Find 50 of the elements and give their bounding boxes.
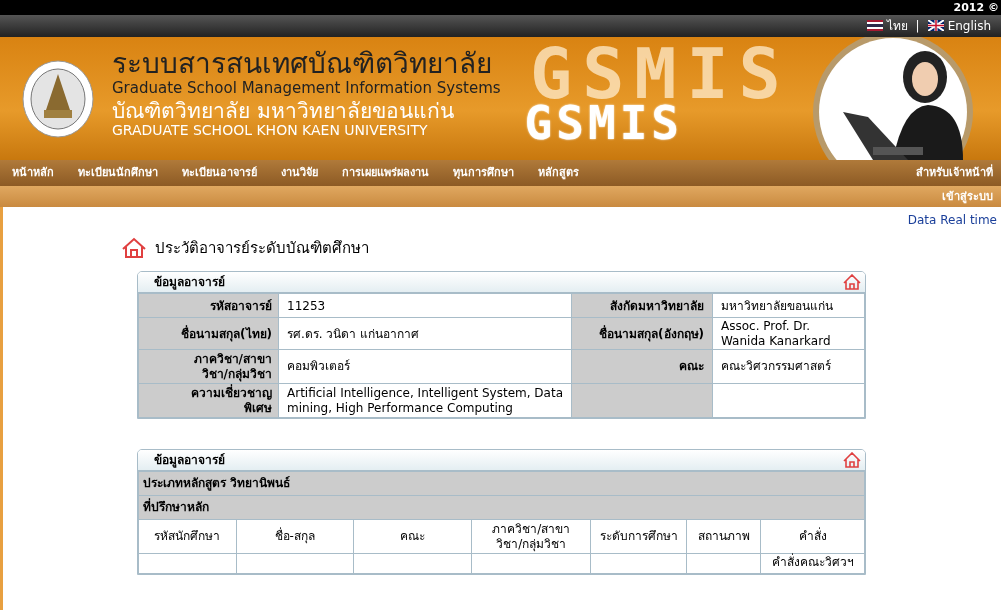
field-value: 11253 bbox=[278, 293, 572, 318]
nav-link-item[interactable]: หลักสูตร bbox=[538, 166, 579, 180]
field-value: รศ.ดร. วนิดา แก่นอากาศ bbox=[278, 317, 572, 350]
column-header: ภาควิชา/สาขาวิชา/กลุ่มวิชา bbox=[471, 519, 591, 554]
language-separator: | bbox=[915, 18, 920, 34]
field-label: รหัสอาจารย์ bbox=[138, 293, 279, 318]
system-subtitle: Graduate School Management Information Systems bbox=[112, 79, 501, 97]
field-value: Artificial Intelligence, Intelligent System, Data mining, High Performance Computing bbox=[278, 383, 572, 418]
house-icon bbox=[121, 237, 147, 260]
nav-link-item[interactable]: ทุนการศึกษา bbox=[453, 166, 514, 180]
copyright-text: 2012 © bbox=[953, 1, 999, 14]
field-label: ชื่อนามสกุล(ไทย) bbox=[138, 317, 279, 350]
section-header: ประเภทหลักสูตร วิทยานิพนธ์ bbox=[138, 471, 865, 496]
page-title: ประวัติอาจารย์ระดับบัณฑิตศึกษา bbox=[155, 239, 369, 258]
field-value: Assoc. Prof. Dr. Wanida Kanarkard bbox=[712, 317, 865, 350]
field-label: ชื่อนามสกุล(อังกฤษ) bbox=[571, 317, 713, 350]
language-link[interactable]: English bbox=[927, 18, 991, 34]
nav-link-item[interactable]: หน้าหลัก bbox=[12, 166, 54, 180]
field-label: สังกัดมหาวิทยาลัย bbox=[571, 293, 713, 318]
staff-menu-link[interactable]: สำหรับเจ้าหน้าที่ bbox=[916, 166, 993, 180]
column-header: ชื่อ-สกุล bbox=[236, 519, 354, 554]
column-header: รหัสนักศึกษา bbox=[138, 519, 237, 554]
house-icon bbox=[843, 274, 861, 291]
nav-link-item[interactable]: ทะเบียนอาจารย์ bbox=[182, 166, 257, 180]
field-value: คณะวิศวกรรมศาสตร์ bbox=[712, 349, 865, 384]
column-header: คณะ bbox=[353, 519, 472, 554]
column-header: สถานภาพ bbox=[686, 519, 761, 554]
field-value: คอมพิวเตอร์ bbox=[278, 349, 572, 384]
school-name-english: GRADUATE SCHOOL KHON KAEN UNIVERSITY bbox=[112, 123, 429, 139]
section-header: ที่ปรึกษาหลัก bbox=[138, 495, 865, 520]
table-cell: คำสั่งคณะวิศวฯ bbox=[760, 553, 865, 574]
column-header: ระดับการศึกษา bbox=[590, 519, 687, 554]
house-icon bbox=[843, 452, 861, 469]
column-header: คำสั่ง bbox=[760, 519, 865, 554]
field-label: ความเชี่ยวชาญพิเศษ bbox=[138, 383, 279, 418]
nav-link-item[interactable]: งานวิจัย bbox=[281, 166, 318, 180]
panel-title: ข้อมูลอาจารย์ bbox=[154, 452, 225, 468]
panel-title: ข้อมูลอาจารย์ bbox=[154, 275, 225, 290]
field-value: มหาวิทยาลัยขอนแก่น bbox=[712, 293, 865, 318]
language-link[interactable]: ไทย bbox=[866, 18, 908, 34]
field-label: คณะ bbox=[571, 349, 713, 384]
flag-icon bbox=[866, 20, 883, 32]
login-link[interactable]: เข้าสู่ระบบ bbox=[942, 189, 993, 204]
system-title: ระบบสารสนเทศบัณฑิตวิทยาลัย bbox=[112, 49, 493, 80]
nav-link-item[interactable]: ทะเบียนนักศึกษา bbox=[78, 166, 158, 180]
nav-link-item[interactable]: การเผยแพร่ผลงาน bbox=[342, 166, 429, 180]
realtime-link[interactable]: Data Real time bbox=[907, 213, 997, 227]
flag-icon bbox=[927, 20, 944, 32]
field-label: ภาควิชา/สาขาวิชา/กลุ่มวิชา bbox=[138, 349, 279, 384]
school-name: บัณฑิตวิทยาลัย มหาวิทยาลัยขอนแก่น bbox=[112, 100, 455, 124]
